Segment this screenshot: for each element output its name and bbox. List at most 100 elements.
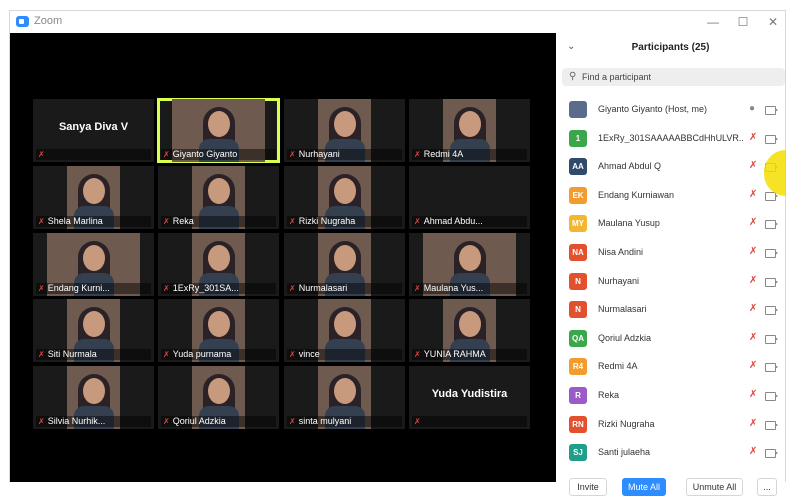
- tile-name: Siti Nurmala: [47, 349, 97, 359]
- mic-muted-icon[interactable]: ✗: [749, 189, 757, 200]
- gallery-view: Sanya Diva V ✗ ✗ Giyanto Giyanto ✗ Nurhayani ✗…: [10, 33, 556, 482]
- participant-row[interactable]: QA Qoriul Adzkia ✗: [556, 325, 785, 354]
- tile-name-label: ✗ 1ExRy_301SA...: [161, 283, 276, 294]
- mic-muted-icon: ✗: [163, 417, 170, 426]
- mic-muted-icon[interactable]: ✗: [749, 360, 757, 371]
- camera-icon[interactable]: [765, 449, 778, 459]
- window-title: Zoom: [34, 15, 63, 27]
- participant-row[interactable]: Giyanto Giyanto (Host, me) ●: [556, 96, 785, 125]
- participants-panel: ⌄ Participants (25) ⚲ Giyanto Giyanto (H…: [556, 33, 785, 496]
- avatar: MY: [569, 215, 587, 233]
- participant-row[interactable]: R4 Redmi 4A ✗: [556, 353, 785, 382]
- participant-name: Reka: [598, 389, 620, 400]
- more-options-button[interactable]: ...: [757, 478, 777, 496]
- mic-muted-icon[interactable]: ✗: [749, 446, 757, 457]
- avatar: RN: [569, 415, 587, 433]
- mic-icon[interactable]: ●: [749, 103, 755, 114]
- video-tile[interactable]: ✗ Redmi 4A: [409, 99, 530, 162]
- video-tile[interactable]: ✗ Maulana Yus...: [409, 233, 530, 296]
- camera-icon[interactable]: [765, 420, 778, 430]
- video-tile[interactable]: ✗ Siti Nurmala: [33, 299, 154, 362]
- participant-name: Rizki Nugraha: [598, 418, 655, 429]
- tile-name-label: ✗ YUNIA RAHMA: [412, 349, 527, 360]
- video-tile[interactable]: ✗ Rizki Nugraha: [284, 166, 405, 229]
- participant-name: Santi julaeha: [598, 447, 651, 458]
- tile-name: Rizki Nugraha: [298, 216, 356, 226]
- person-face: [207, 178, 230, 204]
- person-face: [458, 245, 481, 271]
- mic-muted-icon[interactable]: ✗: [749, 303, 757, 314]
- video-tile[interactable]: Sanya Diva V ✗: [33, 99, 154, 162]
- video-tile[interactable]: ✗ Qoriul Adzkia: [158, 366, 279, 429]
- mute-all-button[interactable]: Mute All: [622, 478, 666, 496]
- video-tile[interactable]: ✗ Ahmad Abdu...: [409, 166, 530, 229]
- mic-muted-icon[interactable]: ✗: [749, 160, 757, 171]
- video-tile[interactable]: ✗ Silvia Nurhik...: [33, 366, 154, 429]
- tile-name: Nurmalasari: [298, 283, 348, 293]
- mic-muted-icon: ✗: [414, 150, 421, 159]
- participant-name: Giyanto Giyanto (Host, me): [598, 104, 708, 114]
- video-tile[interactable]: ✗ Reka: [158, 166, 279, 229]
- participant-name: Nisa Andini: [598, 246, 644, 257]
- mic-muted-icon: ✗: [38, 217, 45, 226]
- tile-name: YUNIA RAHMA: [423, 349, 486, 359]
- camera-icon[interactable]: [765, 277, 778, 287]
- camera-icon[interactable]: [765, 106, 778, 115]
- participant-row[interactable]: AA Ahmad Abdul Q ✗: [556, 153, 785, 182]
- mic-muted-icon[interactable]: ✗: [749, 217, 757, 228]
- video-tile[interactable]: Yuda Yudistira ✗: [409, 366, 530, 429]
- maximize-icon[interactable]: ☐: [732, 14, 754, 30]
- camera-icon[interactable]: [765, 363, 778, 373]
- participant-row[interactable]: NA Nisa Andini ✗: [556, 239, 785, 268]
- video-tile[interactable]: ✗ Endang Kurni...: [33, 233, 154, 296]
- camera-icon[interactable]: [765, 248, 778, 258]
- mic-muted-icon: ✗: [289, 417, 296, 426]
- avatar: R: [569, 386, 587, 404]
- camera-icon[interactable]: [765, 220, 778, 230]
- video-tile[interactable]: ✗ YUNIA RAHMA: [409, 299, 530, 362]
- mic-muted-icon[interactable]: ✗: [749, 389, 757, 400]
- camera-icon[interactable]: [765, 134, 778, 144]
- invite-button[interactable]: Invite: [569, 478, 607, 496]
- camera-icon[interactable]: [765, 306, 778, 316]
- mic-muted-icon[interactable]: ✗: [749, 332, 757, 343]
- avatar: [569, 101, 587, 118]
- tile-name-label: ✗ Nurmalasari: [287, 283, 402, 294]
- person-face: [82, 178, 105, 204]
- participant-row[interactable]: N Nurmalasari ✗: [556, 296, 785, 325]
- participant-row[interactable]: MY Maulana Yusup ✗: [556, 210, 785, 239]
- video-tile[interactable]: ✗ Yuda purnama: [158, 299, 279, 362]
- tile-name-label: ✗ Giyanto Giyanto: [161, 149, 276, 160]
- participant-row[interactable]: N Nurhayani ✗: [556, 268, 785, 297]
- minimize-icon[interactable]: —: [702, 14, 724, 30]
- video-tile[interactable]: ✗ Giyanto Giyanto: [157, 98, 280, 163]
- mic-muted-icon[interactable]: ✗: [749, 132, 757, 143]
- video-tile[interactable]: ✗ Shela Marlina: [33, 166, 154, 229]
- close-icon[interactable]: ✕: [762, 14, 784, 30]
- participant-row[interactable]: R Reka ✗: [556, 382, 785, 411]
- search-input[interactable]: [582, 69, 772, 84]
- mic-muted-icon[interactable]: ✗: [749, 246, 757, 257]
- video-tile[interactable]: ✗ Nurhayani: [284, 99, 405, 162]
- mic-muted-icon: ✗: [289, 217, 296, 226]
- mic-muted-icon[interactable]: ✗: [749, 275, 757, 286]
- person-face: [207, 378, 230, 404]
- video-tile[interactable]: ✗ vince: [284, 299, 405, 362]
- avatar: 1: [569, 129, 587, 147]
- camera-icon[interactable]: [765, 334, 778, 344]
- participant-name: Qoriul Adzkia: [598, 332, 652, 343]
- avatar: QA: [569, 329, 587, 347]
- video-tile[interactable]: ✗ Nurmalasari: [284, 233, 405, 296]
- video-tile[interactable]: ✗ sinta mulyani: [284, 366, 405, 429]
- participant-row[interactable]: SJ Santi julaeha ✗: [556, 439, 785, 468]
- mic-muted-icon[interactable]: ✗: [749, 418, 757, 429]
- camera-icon[interactable]: [765, 391, 778, 401]
- participant-row[interactable]: RN Rizki Nugraha ✗: [556, 411, 785, 440]
- participant-name: Nurhayani: [598, 275, 640, 286]
- participant-row[interactable]: 1 1ExRy_301SAAAAABBCdHhULVR... ✗: [556, 125, 785, 154]
- video-tile[interactable]: ✗ 1ExRy_301SA...: [158, 233, 279, 296]
- tile-name-label: ✗ Silvia Nurhik...: [36, 416, 151, 427]
- title-bar: Zoom — ☐ ✕: [10, 11, 785, 33]
- participant-row[interactable]: EK Endang Kurniawan ✗: [556, 182, 785, 211]
- unmute-all-button[interactable]: Unmute All: [686, 478, 743, 496]
